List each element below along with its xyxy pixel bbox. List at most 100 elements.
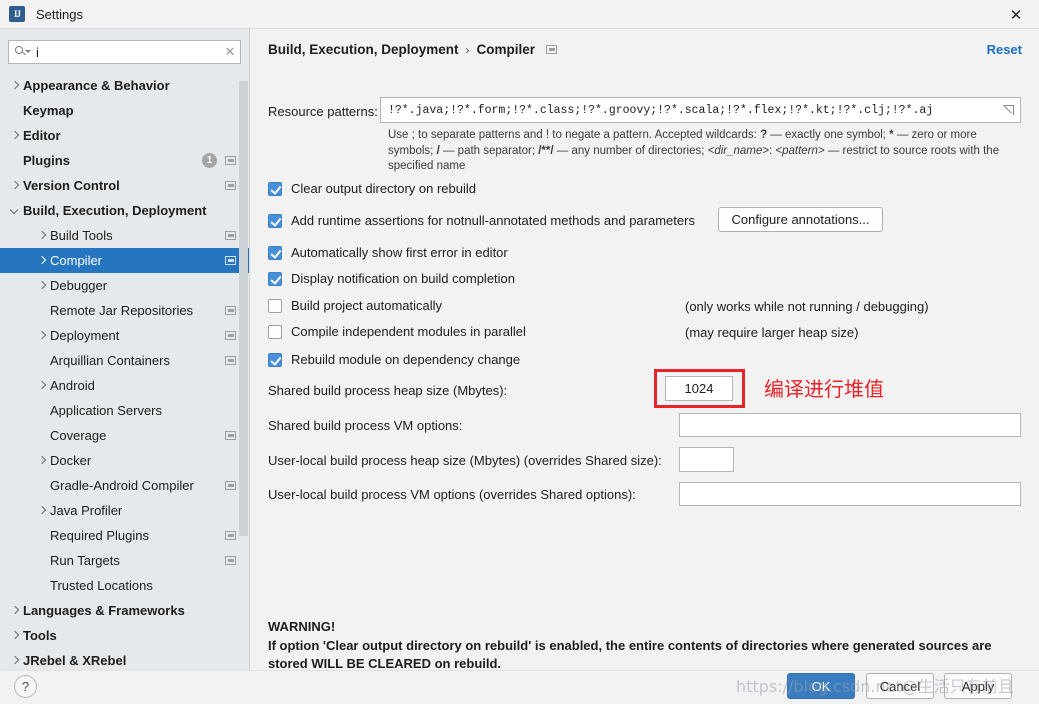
sidebar-item-label: Version Control [23, 178, 120, 193]
sidebar-item-build-execution-deployment[interactable]: Build, Execution, Deployment [0, 198, 249, 223]
sidebar-item-coverage[interactable]: Coverage [0, 423, 249, 448]
checkbox-unchecked-icon[interactable] [268, 298, 282, 313]
resource-patterns-field[interactable]: !?*.java;!?*.form;!?*.class;!?*.groovy;!… [380, 97, 1021, 123]
sidebar-item-application-servers[interactable]: Application Servers [0, 398, 249, 423]
chevron-right-icon[interactable] [35, 379, 48, 392]
project-scope-icon [225, 156, 236, 165]
chevron-down-icon[interactable] [8, 204, 21, 217]
chevron-right-icon[interactable] [35, 279, 48, 292]
project-scope-icon [225, 306, 236, 315]
sidebar-item-plugins[interactable]: Plugins 1 [0, 148, 249, 173]
sidebar-item-label: Remote Jar Repositories [50, 303, 194, 318]
checkbox-clear-output-directory-on-rebuild[interactable]: Clear output directory on rebuild [268, 181, 476, 196]
sidebar-item-build-tools[interactable]: Build Tools [0, 223, 249, 248]
sidebar-item-label: Run Targets [50, 553, 120, 568]
chevron-right-icon[interactable] [8, 129, 21, 142]
close-icon[interactable]: ✕ [993, 0, 1039, 29]
checkbox-add-runtime-assertions-for-notnull-annotated-methods-and-parameters[interactable]: Add runtime assertions for notnull-annot… [268, 213, 695, 228]
apply-button[interactable]: Apply [944, 673, 1012, 699]
project-scope-icon [225, 181, 236, 190]
sidebar-item-compiler[interactable]: Compiler [0, 248, 249, 273]
sidebar-item-label: Android [50, 378, 95, 393]
sidebar-item-gradle-android-compiler[interactable]: Gradle-Android Compiler [0, 473, 249, 498]
sidebar-item-label: Plugins [23, 153, 70, 168]
sidebar-item-android[interactable]: Android [0, 373, 249, 398]
checkbox-label: Automatically show first error in editor [291, 245, 508, 260]
chevron-right-icon[interactable] [8, 629, 21, 642]
checkbox-unchecked-icon[interactable] [268, 324, 282, 339]
sidebar-item-remote-jar-repositories[interactable]: Remote Jar Repositories [0, 298, 249, 323]
title-bar: IJ Settings ✕ [0, 0, 1039, 29]
reset-link[interactable]: Reset [987, 42, 1022, 57]
checkbox-compile-independent-modules-in-parallel[interactable]: Compile independent modules in parallel [268, 324, 526, 339]
sidebar-item-appearance-behavior[interactable]: Appearance & Behavior [0, 73, 249, 98]
chevron-right-icon[interactable] [8, 654, 21, 667]
chevron-right-icon[interactable] [35, 504, 48, 517]
sidebar-item-label: Tools [23, 628, 57, 643]
sidebar-item-java-profiler[interactable]: Java Profiler [0, 498, 249, 523]
chevron-right-icon[interactable] [35, 229, 48, 242]
sidebar-item-tools[interactable]: Tools [0, 623, 249, 648]
search-icon[interactable] [15, 45, 31, 59]
shared-vm-input[interactable] [679, 413, 1021, 437]
chevron-right-icon[interactable] [35, 254, 48, 267]
checkbox-build-project-automatically[interactable]: Build project automatically [268, 298, 442, 313]
checkbox-checked-icon[interactable] [268, 213, 282, 228]
sidebar-item-required-plugins[interactable]: Required Plugins [0, 523, 249, 548]
chevron-right-icon[interactable] [8, 604, 21, 617]
sidebar-item-label: Trusted Locations [50, 578, 153, 593]
checkbox-label: Add runtime assertions for notnull-annot… [291, 213, 695, 228]
sidebar-item-label: Keymap [23, 103, 74, 118]
checkbox-checked-icon[interactable] [268, 352, 282, 367]
settings-dialog: IJ Settings ✕ ✕ Appearance & Behavior Key… [0, 0, 1039, 704]
checkbox-display-notification-on-build-completion[interactable]: Display notification on build completion [268, 271, 515, 286]
sidebar-item-label: Java Profiler [50, 503, 123, 518]
project-scope-icon [225, 356, 236, 365]
chevron-right-icon[interactable] [8, 79, 21, 92]
checkbox-automatically-show-first-error-in-editor[interactable]: Automatically show first error in editor [268, 245, 508, 260]
clear-search-icon[interactable]: ✕ [220, 41, 240, 63]
breadcrumb-root[interactable]: Build, Execution, Deployment [268, 42, 459, 57]
search-field-wrapper[interactable]: ✕ [8, 40, 241, 64]
sidebar-item-jrebel-xrebel[interactable]: JRebel & XRebel [0, 648, 249, 670]
chevron-right-icon[interactable] [35, 329, 48, 342]
cancel-button[interactable]: Cancel [866, 673, 934, 699]
sidebar-item-editor[interactable]: Editor [0, 123, 249, 148]
user-vm-input[interactable] [679, 482, 1021, 506]
project-scope-icon [225, 331, 236, 340]
window-title: Settings [36, 6, 83, 22]
user-heap-input[interactable] [679, 447, 734, 472]
sidebar-item-deployment[interactable]: Deployment [0, 323, 249, 348]
sidebar-item-label: Build, Execution, Deployment [23, 203, 207, 218]
checkbox-hint: (only works while not running / debuggin… [685, 299, 929, 314]
checkbox-checked-icon[interactable] [268, 245, 282, 260]
checkbox-checked-icon[interactable] [268, 271, 282, 286]
sidebar-item-arquillian-containers[interactable]: Arquillian Containers [0, 348, 249, 373]
shared-heap-input[interactable] [665, 376, 733, 401]
resource-patterns-value: !?*.java;!?*.form;!?*.class;!?*.groovy;!… [388, 103, 934, 117]
help-icon[interactable]: ? [14, 675, 37, 698]
sidebar-item-version-control[interactable]: Version Control [0, 173, 249, 198]
checkbox-checked-icon[interactable] [268, 181, 282, 196]
sidebar-item-languages-frameworks[interactable]: Languages & Frameworks [0, 598, 249, 623]
help-text-5: — any number of directories; [553, 144, 708, 157]
sidebar-item-label: Required Plugins [50, 528, 150, 543]
chevron-right-icon[interactable] [35, 454, 48, 467]
sidebar-item-run-targets[interactable]: Run Targets [0, 548, 249, 573]
chevron-right-icon[interactable] [8, 179, 21, 192]
sidebar-item-keymap[interactable]: Keymap [0, 98, 249, 123]
search-input[interactable] [36, 44, 220, 60]
sidebar-item-trusted-locations[interactable]: Trusted Locations [0, 573, 249, 598]
ok-button[interactable]: OK [787, 673, 855, 699]
checkbox-rebuild-module-on-dependency-change[interactable]: Rebuild module on dependency change [268, 352, 520, 367]
sidebar-item-label: Application Servers [50, 403, 162, 418]
configure-annotations-button[interactable]: Configure annotations... [718, 207, 883, 232]
sidebar-item-debugger[interactable]: Debugger [0, 273, 249, 298]
sidebar-scrollbar-thumb[interactable] [239, 81, 248, 536]
sidebar-item-docker[interactable]: Docker [0, 448, 249, 473]
expand-editor-icon[interactable] [998, 98, 1020, 122]
